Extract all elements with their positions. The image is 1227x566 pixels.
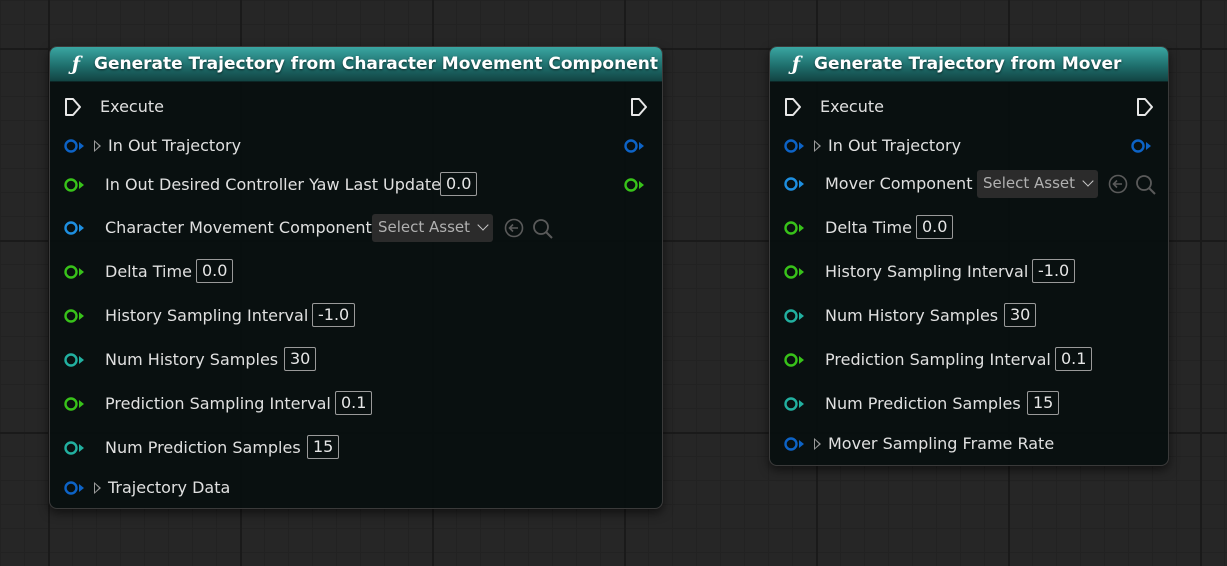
num-history-row: Num History Samples 30 xyxy=(770,301,1168,331)
history-interval-label: History Sampling Interval xyxy=(105,306,309,325)
history-interval-label: History Sampling Interval xyxy=(825,262,1029,281)
node-title: Generate Trajectory from Character Movem… xyxy=(94,54,658,74)
int-in-pin-icon[interactable] xyxy=(784,397,808,411)
node-header[interactable]: ƒ Generate Trajectory from Character Mov… xyxy=(50,47,662,82)
object-in-pin-icon[interactable] xyxy=(784,177,808,191)
float-in-pin-icon[interactable] xyxy=(64,178,88,192)
in-out-trajectory-label: In Out Trajectory xyxy=(828,136,962,155)
desired-yaw-input[interactable]: 0.0 xyxy=(440,172,478,196)
delta-time-input[interactable]: 0.0 xyxy=(196,259,234,283)
delta-time-input[interactable]: 0.0 xyxy=(916,215,954,239)
expand-struct-icon[interactable] xyxy=(94,482,101,494)
cmc-asset-select[interactable]: Select Asset xyxy=(372,214,494,242)
delta-time-label: Delta Time xyxy=(825,218,912,237)
execute-label: Execute xyxy=(100,97,164,116)
execute-row: Execute xyxy=(770,92,1168,122)
prediction-interval-input[interactable]: 0.1 xyxy=(1055,347,1093,371)
struct-in-pin-icon[interactable] xyxy=(64,481,88,495)
exec-out-pin-icon[interactable] xyxy=(630,97,648,117)
history-interval-input[interactable]: -1.0 xyxy=(1032,259,1076,283)
trajectory-data-label: Trajectory Data xyxy=(108,478,231,497)
asset-select-text: Select Asset xyxy=(983,174,1076,192)
num-history-input[interactable]: 30 xyxy=(284,347,317,371)
int-in-pin-icon[interactable] xyxy=(784,309,808,323)
delta-time-label: Delta Time xyxy=(105,262,192,281)
num-history-label: Num History Samples xyxy=(825,306,999,325)
float-in-pin-icon[interactable] xyxy=(784,221,808,235)
history-interval-row: History Sampling Interval -1.0 xyxy=(50,301,662,331)
float-in-pin-icon[interactable] xyxy=(64,265,88,279)
cmc-row: Character Movement Component Select Asse… xyxy=(50,213,662,243)
use-selected-arrow-icon[interactable] xyxy=(1107,174,1129,194)
mover-frame-rate-label: Mover Sampling Frame Rate xyxy=(828,434,1055,453)
prediction-interval-row: Prediction Sampling Interval 0.1 xyxy=(770,345,1168,375)
mover-component-row: Mover Component Select Asset xyxy=(770,169,1168,199)
num-history-input[interactable]: 30 xyxy=(1004,303,1037,327)
prediction-interval-row: Prediction Sampling Interval 0.1 xyxy=(50,389,662,419)
node-generate-trajectory-mover[interactable]: ƒ Generate Trajectory from Mover Execute… xyxy=(769,46,1169,466)
node-header[interactable]: ƒ Generate Trajectory from Mover xyxy=(770,47,1168,82)
in-out-trajectory-row: In Out Trajectory xyxy=(770,131,1168,161)
num-prediction-input[interactable]: 15 xyxy=(1027,391,1060,415)
history-interval-input[interactable]: -1.0 xyxy=(312,303,356,327)
num-prediction-label: Num Prediction Samples xyxy=(105,438,301,457)
num-history-row: Num History Samples 30 xyxy=(50,345,662,375)
struct-in-pin-icon[interactable] xyxy=(64,139,88,153)
delta-time-row: Delta Time 0.0 xyxy=(50,257,662,287)
function-icon: ƒ xyxy=(791,53,801,75)
struct-out-pin-icon[interactable] xyxy=(1131,139,1155,153)
int-in-pin-icon[interactable] xyxy=(64,441,88,455)
expand-struct-icon[interactable] xyxy=(94,140,101,152)
delta-time-row: Delta Time 0.0 xyxy=(770,213,1168,243)
exec-out-pin-icon[interactable] xyxy=(1136,97,1154,117)
browse-search-icon[interactable] xyxy=(531,218,555,240)
num-prediction-row: Num Prediction Samples 15 xyxy=(50,433,662,463)
num-prediction-row: Num Prediction Samples 15 xyxy=(770,389,1168,419)
float-in-pin-icon[interactable] xyxy=(64,397,88,411)
mover-component-label: Mover Component xyxy=(825,174,973,193)
float-out-pin-icon[interactable] xyxy=(624,178,648,192)
mover-asset-select[interactable]: Select Asset xyxy=(977,170,1099,198)
asset-select-text: Select Asset xyxy=(378,218,471,236)
node-title: Generate Trajectory from Mover xyxy=(814,54,1122,74)
struct-in-pin-icon[interactable] xyxy=(784,437,808,451)
expand-struct-icon[interactable] xyxy=(814,140,821,152)
in-out-trajectory-row: In Out Trajectory xyxy=(50,131,662,161)
prediction-interval-label: Prediction Sampling Interval xyxy=(105,394,331,413)
prediction-interval-input[interactable]: 0.1 xyxy=(335,391,373,415)
desired-yaw-row: In Out Desired Controller Yaw Last Updat… xyxy=(50,170,662,200)
struct-out-pin-icon[interactable] xyxy=(624,139,648,153)
in-out-trajectory-label: In Out Trajectory xyxy=(108,136,242,155)
num-prediction-label: Num Prediction Samples xyxy=(825,394,1021,413)
desired-yaw-label: In Out Desired Controller Yaw Last Updat… xyxy=(105,175,441,194)
execute-row: Execute xyxy=(50,92,662,122)
exec-in-pin-icon[interactable] xyxy=(64,97,82,117)
num-history-label: Num History Samples xyxy=(105,350,279,369)
num-prediction-input[interactable]: 15 xyxy=(307,435,340,459)
chevron-down-icon xyxy=(1082,175,1094,187)
cmc-label: Character Movement Component xyxy=(105,218,372,237)
execute-label: Execute xyxy=(820,97,884,116)
browse-search-icon[interactable] xyxy=(1134,174,1158,196)
node-generate-trajectory-cmc[interactable]: ƒ Generate Trajectory from Character Mov… xyxy=(49,46,663,509)
function-icon: ƒ xyxy=(71,53,81,75)
float-in-pin-icon[interactable] xyxy=(64,309,88,323)
float-in-pin-icon[interactable] xyxy=(784,353,808,367)
object-in-pin-icon[interactable] xyxy=(64,221,88,235)
expand-struct-icon[interactable] xyxy=(814,438,821,450)
chevron-down-icon xyxy=(477,219,489,231)
int-in-pin-icon[interactable] xyxy=(64,353,88,367)
prediction-interval-label: Prediction Sampling Interval xyxy=(825,350,1051,369)
struct-in-pin-icon[interactable] xyxy=(784,139,808,153)
use-selected-arrow-icon[interactable] xyxy=(503,218,525,238)
float-in-pin-icon[interactable] xyxy=(784,265,808,279)
mover-frame-rate-row: Mover Sampling Frame Rate xyxy=(770,429,1168,459)
exec-in-pin-icon[interactable] xyxy=(784,97,802,117)
history-interval-row: History Sampling Interval -1.0 xyxy=(770,257,1168,287)
trajectory-data-row: Trajectory Data xyxy=(50,473,662,503)
